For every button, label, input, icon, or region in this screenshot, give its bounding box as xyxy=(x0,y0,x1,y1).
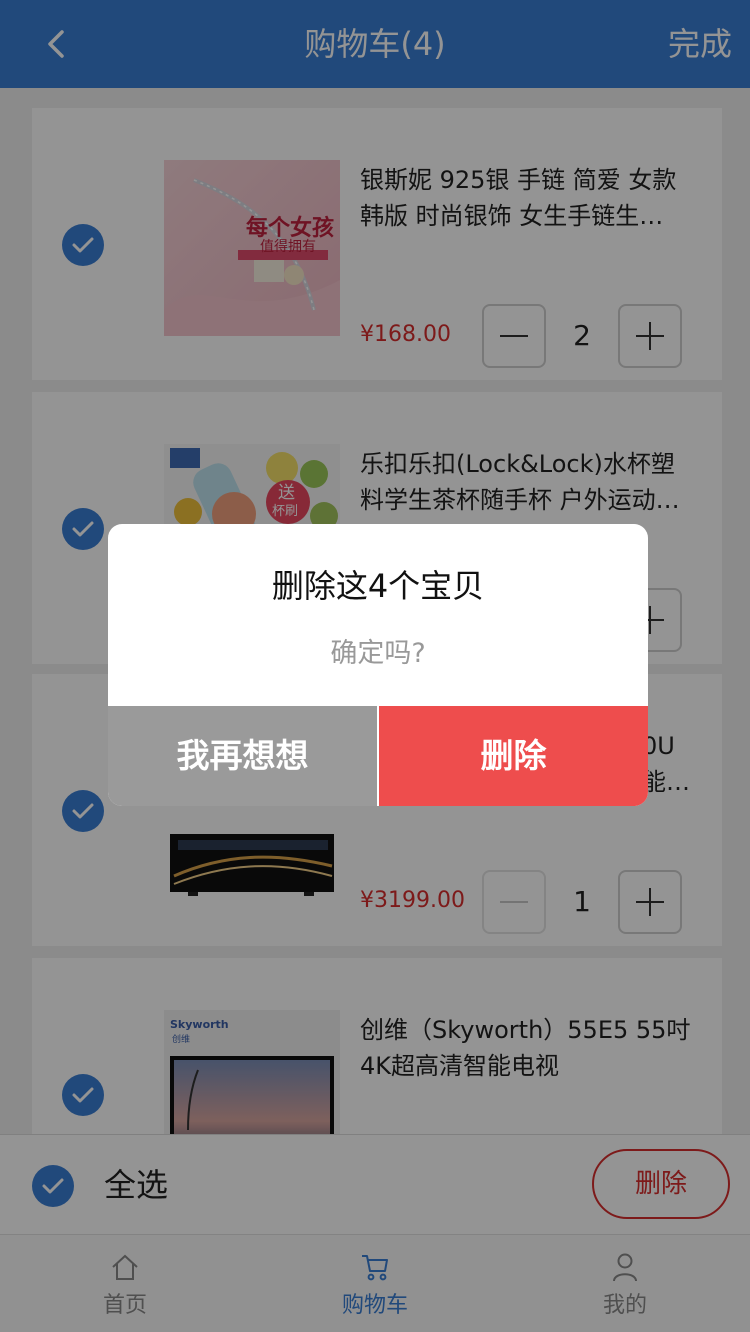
cancel-button[interactable]: 我再想想 xyxy=(108,706,378,806)
confirm-dialog: 删除这4个宝贝 确定吗? 我再想想 删除 xyxy=(108,524,648,806)
dialog-actions: 我再想想 删除 xyxy=(108,706,648,806)
confirm-delete-button[interactable]: 删除 xyxy=(379,706,648,806)
dialog-message: 确定吗? xyxy=(330,638,426,669)
dialog-title: 删除这4个宝贝 xyxy=(271,567,485,605)
